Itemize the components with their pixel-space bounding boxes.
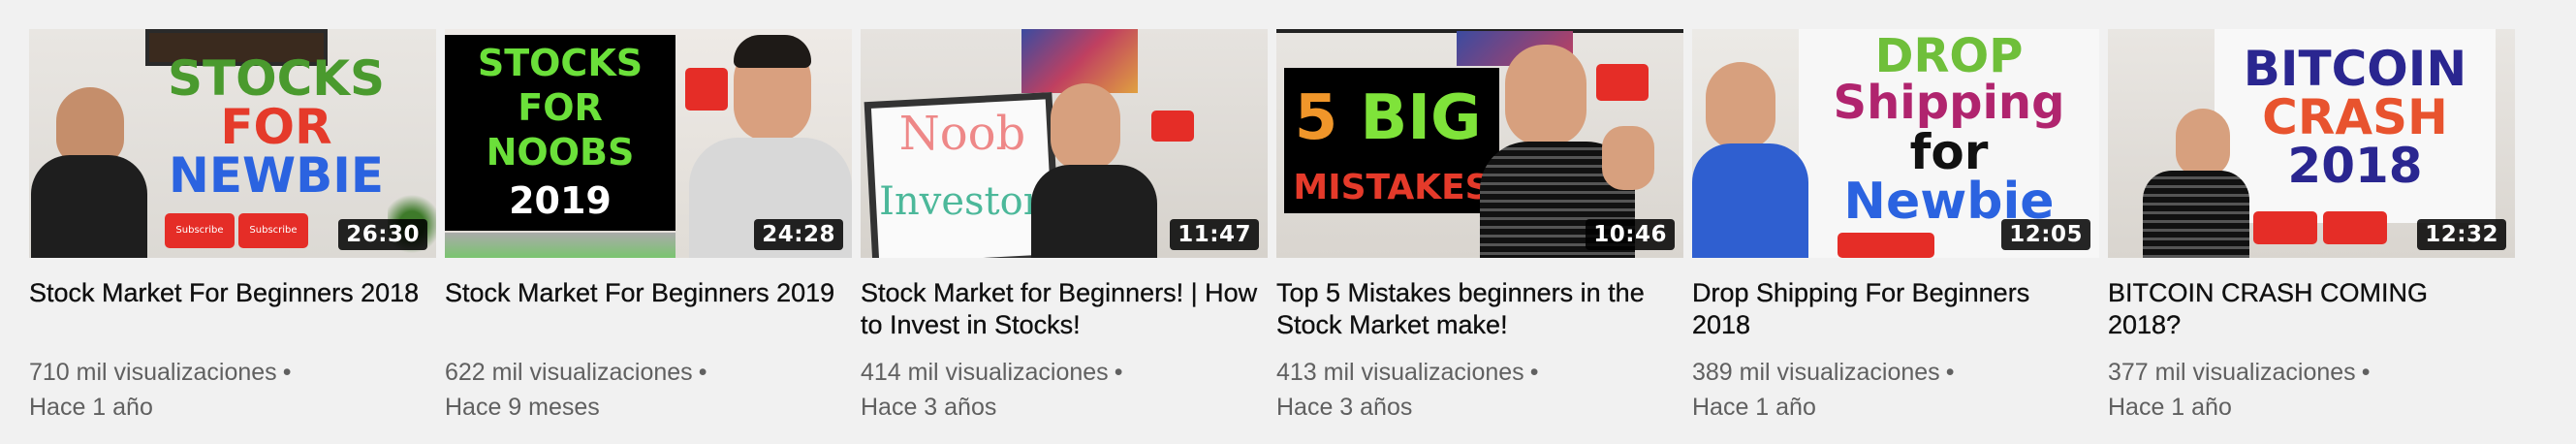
thumb-text-line-1: DROP <box>1874 29 2024 83</box>
separator-dot: • <box>2361 359 2371 386</box>
video-card[interactable]: BITCOIN CRASH 2018 12:32 BITCOIN CRASH C… <box>2108 29 2515 425</box>
view-count: 413 mil visualizaciones <box>1276 359 1524 386</box>
subscribe-badge <box>1596 64 1649 101</box>
video-duration: 12:32 <box>2417 219 2506 250</box>
video-card[interactable]: Noob Investor 11:47 Stock Market for Beg… <box>861 29 1268 425</box>
video-title[interactable]: Stock Market For Beginners 2018 <box>29 277 436 341</box>
video-title[interactable]: Stock Market for Beginners! | How to Inv… <box>861 277 1268 341</box>
thumb-text-line-1: STOCKS <box>477 42 644 84</box>
video-metadata: 622 mil visualizaciones • Hace 9 meses <box>445 355 852 425</box>
person-figure <box>1505 45 1586 145</box>
separator-dot: • <box>1529 359 1539 386</box>
video-thumbnail[interactable]: STOCKS FOR NEWBIE Subscribe Subscribe 26… <box>29 29 436 258</box>
upload-age: Hace 3 años <box>1276 394 1413 421</box>
subscribe-badge <box>2323 211 2387 244</box>
video-thumbnail[interactable]: Noob Investor 11:47 <box>861 29 1268 258</box>
thumb-text-line-1: BITCOIN <box>2243 41 2467 97</box>
video-title[interactable]: BITCOIN CRASH COMING 2018? <box>2108 277 2515 341</box>
person-hand <box>1602 126 1654 190</box>
thumb-text-line-4: 2019 <box>509 179 612 222</box>
view-count: 622 mil visualizaciones <box>445 359 693 386</box>
separator-dot: • <box>1945 359 1955 386</box>
video-duration: 10:46 <box>1586 219 1675 250</box>
subscribe-badge <box>2253 211 2317 244</box>
thumb-text-line-3: 2018 <box>2287 138 2423 194</box>
thumb-text-5: 5 <box>1294 82 1338 154</box>
video-duration: 26:30 <box>338 219 427 250</box>
view-count: 389 mil visualizaciones <box>1692 359 1940 386</box>
video-thumbnail[interactable]: 5 BIG MISTAKES 10:46 <box>1276 29 1683 258</box>
thumb-text-line-3: NEWBIE <box>168 147 385 204</box>
subscribe-badge <box>1151 111 1194 142</box>
thumb-text-line-1: Noob <box>898 107 1026 161</box>
video-metadata: 414 mil visualizaciones • Hace 3 años <box>861 355 1268 425</box>
video-grid: STOCKS FOR NEWBIE Subscribe Subscribe 26… <box>29 29 2515 425</box>
thumb-text-line-2: Investor <box>879 179 1042 224</box>
subscribe-badge: Subscribe <box>238 213 308 248</box>
video-duration: 11:47 <box>1170 219 1259 250</box>
thumb-text-line-3: NOOBS <box>486 131 635 174</box>
thumb-text-big: BIG <box>1360 82 1482 154</box>
video-title[interactable]: Top 5 Mistakes beginners in the Stock Ma… <box>1276 277 1683 341</box>
person-figure <box>1051 83 1120 171</box>
person-body <box>2143 171 2249 258</box>
upload-age: Hace 3 años <box>861 394 997 421</box>
person-figure <box>56 87 124 165</box>
separator-dot: • <box>698 359 707 386</box>
view-count: 414 mil visualizaciones <box>861 359 1109 386</box>
subscribe-badge <box>685 68 728 111</box>
person-body <box>1031 165 1157 258</box>
separator-dot: • <box>282 359 292 386</box>
video-metadata: 413 mil visualizaciones • Hace 3 años <box>1276 355 1683 425</box>
thumb-text-line-1: STOCKS <box>167 50 386 107</box>
upload-age: Hace 1 año <box>29 394 153 421</box>
upload-age: Hace 1 año <box>2108 394 2232 421</box>
view-count: 710 mil visualizaciones <box>29 359 277 386</box>
view-count: 377 mil visualizaciones <box>2108 359 2356 386</box>
video-card[interactable]: STOCKS FOR NOOBS 2019 24:28 Stock Market… <box>445 29 852 425</box>
video-title[interactable]: Drop Shipping For Beginners 2018 <box>1692 277 2099 341</box>
person-hair <box>734 35 811 68</box>
video-metadata: 710 mil visualizaciones • Hace 1 año <box>29 355 436 425</box>
person-body <box>1692 143 1808 258</box>
video-metadata: 389 mil visualizaciones • Hace 1 año <box>1692 355 2099 425</box>
video-title[interactable]: Stock Market For Beginners 2019 <box>445 277 852 341</box>
video-card[interactable]: DROP Shipping for Newbie 12:05 Drop Ship… <box>1692 29 2099 425</box>
thumb-text-mistakes: MISTAKES <box>1293 168 1491 207</box>
upload-age: Hace 9 meses <box>445 394 600 421</box>
video-thumbnail[interactable]: STOCKS FOR NOOBS 2019 24:28 <box>445 29 852 258</box>
video-thumbnail[interactable]: DROP Shipping for Newbie 12:05 <box>1692 29 2099 258</box>
thumb-text-line-2: Shipping <box>1833 76 2065 130</box>
subscribe-badge <box>1838 233 1934 258</box>
video-duration: 24:28 <box>754 219 843 250</box>
thumb-text-line-2: FOR <box>518 86 603 129</box>
thumb-text-line-2: FOR <box>220 99 332 155</box>
subscribe-badge: Subscribe <box>165 213 235 248</box>
upload-age: Hace 1 año <box>1692 394 1816 421</box>
person-figure <box>1706 62 1775 149</box>
thumb-text-line-3: for <box>1909 124 1989 180</box>
video-thumbnail[interactable]: BITCOIN CRASH 2018 12:32 <box>2108 29 2515 258</box>
video-duration: 12:05 <box>2001 219 2090 250</box>
thumb-text-line-2: CRASH <box>2262 89 2448 145</box>
person-figure <box>2176 109 2230 176</box>
video-metadata: 377 mil visualizaciones • Hace 1 año <box>2108 355 2515 425</box>
desk <box>445 233 675 258</box>
video-card[interactable]: STOCKS FOR NEWBIE Subscribe Subscribe 26… <box>29 29 436 425</box>
separator-dot: • <box>1114 359 1123 386</box>
video-card[interactable]: 5 BIG MISTAKES 10:46 Top 5 Mistakes begi… <box>1276 29 1683 425</box>
